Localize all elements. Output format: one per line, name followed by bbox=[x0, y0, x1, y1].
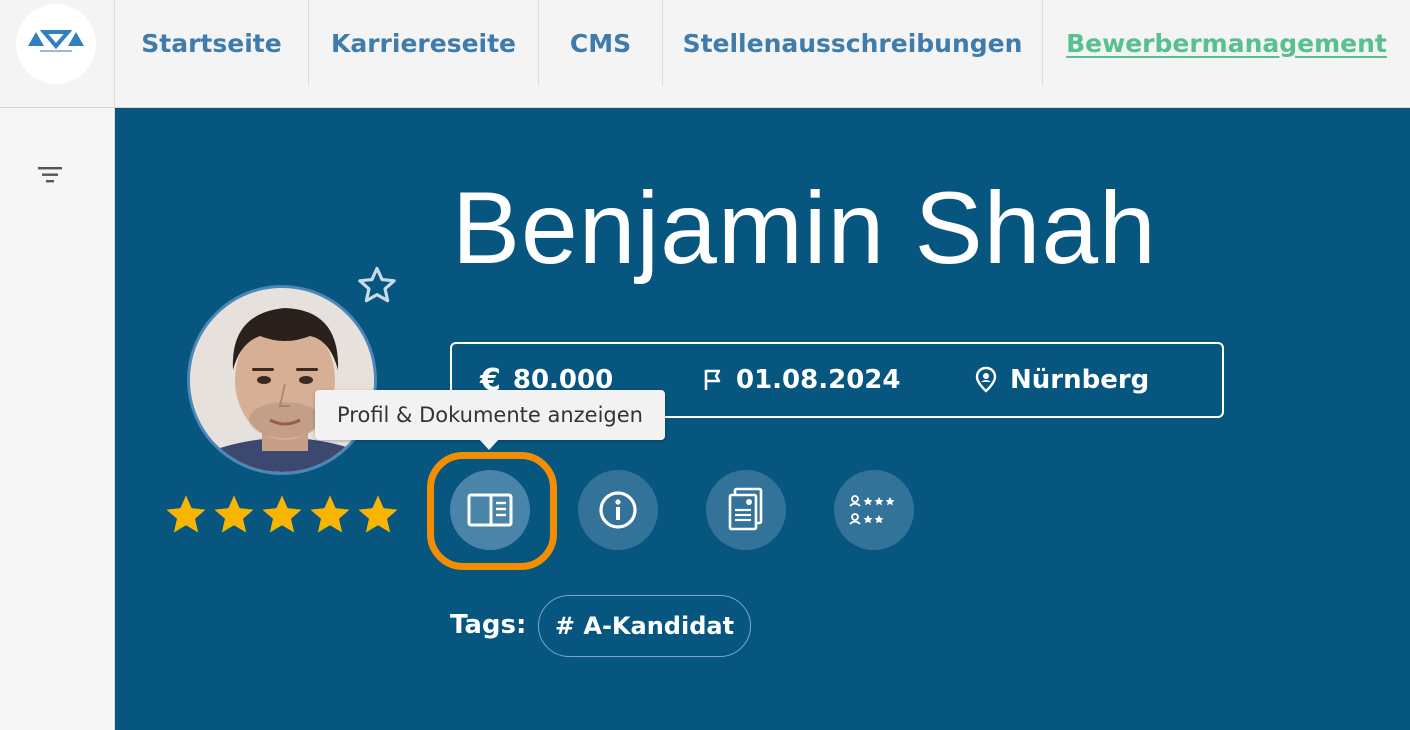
nav-bewerbermanagement[interactable]: Bewerbermanagement bbox=[1043, 0, 1410, 86]
candidate-rating[interactable] bbox=[165, 494, 399, 536]
tooltip: Profil & Dokumente anzeigen bbox=[315, 390, 665, 440]
info-button[interactable] bbox=[578, 470, 658, 550]
location-value: Nürnberg bbox=[1010, 365, 1150, 395]
logo-cell bbox=[0, 0, 115, 108]
rating-star-icon[interactable] bbox=[357, 494, 399, 536]
logo-icon bbox=[28, 30, 84, 52]
documents-button[interactable] bbox=[706, 470, 786, 550]
filter-icon[interactable] bbox=[36, 164, 64, 186]
rating-star-icon[interactable] bbox=[165, 494, 207, 536]
candidate-avatar bbox=[187, 285, 377, 475]
rating-star-icon[interactable] bbox=[213, 494, 255, 536]
left-sidebar bbox=[0, 108, 115, 730]
user-ratings-icon bbox=[849, 495, 895, 525]
rating-star-icon[interactable] bbox=[261, 494, 303, 536]
rating-star-icon[interactable] bbox=[309, 494, 351, 536]
flag-icon bbox=[704, 369, 721, 390]
company-logo[interactable] bbox=[16, 4, 96, 84]
highlight-ring bbox=[427, 452, 557, 570]
favorite-star-icon[interactable] bbox=[356, 264, 398, 306]
tag-chip[interactable]: # A-Kandidat bbox=[538, 595, 751, 657]
location-info: Nürnberg bbox=[974, 344, 1149, 416]
start-date-info: 01.08.2024 bbox=[702, 344, 900, 416]
candidate-name: Benjamin Shah bbox=[452, 171, 1157, 285]
top-navigation: Startseite Karriereseite CMS Stellenauss… bbox=[0, 0, 1410, 108]
nav-stellenausschreibungen[interactable]: Stellenausschreibungen bbox=[663, 0, 1043, 86]
tags-label: Tags: bbox=[450, 610, 527, 640]
info-icon bbox=[599, 491, 637, 529]
avatar-photo-icon bbox=[190, 288, 374, 472]
nav-karriereseite[interactable]: Karriereseite bbox=[309, 0, 539, 86]
nav-cms[interactable]: CMS bbox=[539, 0, 663, 86]
documents-icon bbox=[728, 487, 763, 531]
location-pin-icon bbox=[975, 366, 997, 393]
ratings-button[interactable] bbox=[834, 470, 914, 550]
start-date-value: 01.08.2024 bbox=[736, 365, 901, 395]
tooltip-arrow bbox=[478, 438, 500, 450]
nav-startseite[interactable]: Startseite bbox=[115, 0, 309, 86]
